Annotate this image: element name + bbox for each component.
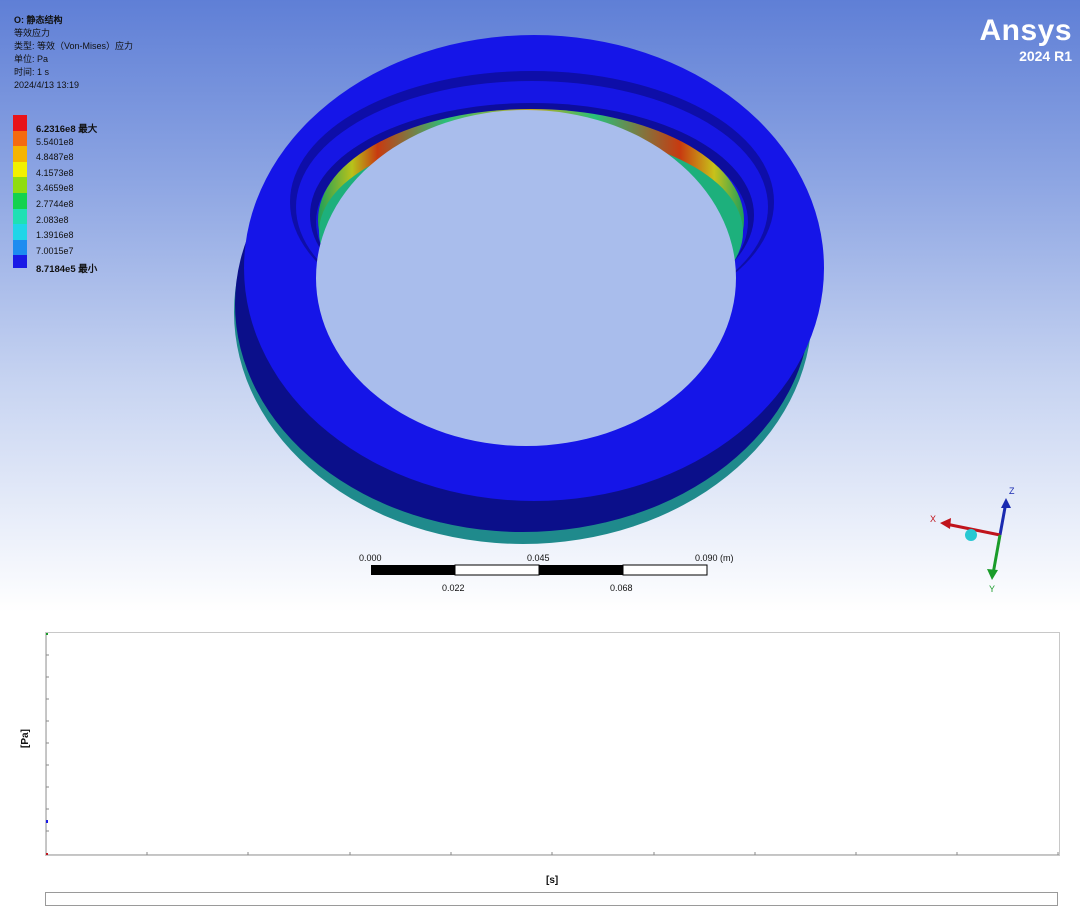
chart-plot-area[interactable] <box>45 632 1060 856</box>
scale-label: 0.068 <box>610 583 633 593</box>
scale-label: 0.000 <box>359 553 382 563</box>
triad-y-arrow <box>987 569 998 580</box>
scale-label: 0.022 <box>442 583 465 593</box>
triad-y-axis <box>991 534 1002 575</box>
axis-triad[interactable]: X Z Y <box>920 480 1030 595</box>
ring-model[interactable] <box>0 0 1080 612</box>
scale-label: 0.090 (m) <box>695 553 734 563</box>
timeline-scrollbar[interactable] <box>45 892 1058 906</box>
chart-marker-avg <box>46 820 48 823</box>
chart-marker-min <box>46 853 48 855</box>
chart-x-axis-label: [s] <box>546 875 559 886</box>
scale-label: 0.045 <box>527 553 550 563</box>
triad-x-label: X <box>930 514 936 524</box>
triad-y-label: Y <box>989 584 995 594</box>
triad-origin-sphere <box>965 529 977 541</box>
chart-axes <box>46 633 1059 855</box>
chart-y-axis-label: [Pa] <box>19 729 31 748</box>
triad-z-label: Z <box>1009 486 1015 496</box>
scale-bar: 0.000 0.045 0.090 (m) 0.022 0.068 <box>356 553 756 597</box>
triad-z-arrow <box>1001 498 1011 508</box>
triad-x-arrow <box>940 518 951 529</box>
graphics-viewport[interactable]: O: 静态结构 等效应力 类型: 等效（Von-Mises）应力 单位: Pa … <box>0 0 1080 612</box>
chart-marker-max <box>46 633 48 635</box>
result-chart[interactable]: [Pa] [s] <box>20 625 1070 916</box>
